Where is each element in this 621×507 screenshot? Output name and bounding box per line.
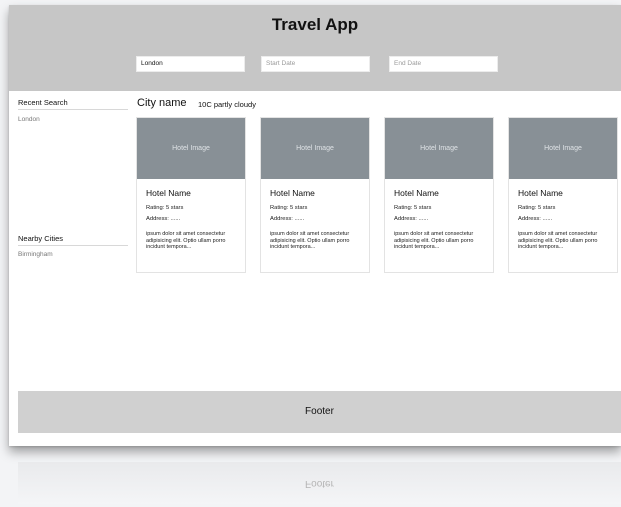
city-input[interactable]: London [136,56,245,72]
hotel-rating: Rating: 5 stars [270,205,308,211]
header: Travel App London Start Date End Date [9,5,621,91]
recent-search-heading: Recent Search [18,98,128,110]
hotel-description: ipsum dolor sit amet consectetur adipisi… [394,231,474,250]
hotel-image: Hotel Image [137,118,245,179]
recent-search-item[interactable]: London [18,116,40,123]
hotel-rating: Rating: 5 stars [518,205,556,211]
hotel-name: Hotel Name [394,188,439,198]
hotel-description: ipsum dolor sit amet consectetur adipisi… [146,231,226,250]
hotel-card[interactable]: Hotel Image Hotel Name Rating: 5 stars A… [260,117,370,273]
hotel-card[interactable]: Hotel Image Hotel Name Rating: 5 stars A… [136,117,246,273]
start-date-input[interactable]: Start Date [261,56,370,72]
nearby-city-item[interactable]: Birmingham [18,251,53,258]
hotel-description: ipsum dolor sit amet consectetur adipisi… [518,231,598,250]
city-name: City name [137,97,187,109]
app-window: Travel App London Start Date End Date Re… [9,5,621,446]
nearby-cities-heading: Nearby Cities [18,234,128,246]
footer: Footer [18,391,621,433]
hotel-image: Hotel Image [385,118,493,179]
hotel-address: Address: ...... [146,216,181,222]
hotel-rating: Rating: 5 stars [146,205,184,211]
hotel-name: Hotel Name [270,188,315,198]
footer-reflection: Footer [18,462,621,504]
hotel-address: Address: ...... [270,216,305,222]
weather-info: 10C partly cloudy [198,100,256,109]
hotel-card[interactable]: Hotel Image Hotel Name Rating: 5 stars A… [508,117,618,273]
footer-reflection-text: Footer [305,478,334,489]
hotel-image: Hotel Image [261,118,369,179]
hotel-address: Address: ...... [394,216,429,222]
hotel-rating: Rating: 5 stars [394,205,432,211]
end-date-input[interactable]: End Date [389,56,498,72]
hotel-name: Hotel Name [518,188,563,198]
hotel-description: ipsum dolor sit amet consectetur adipisi… [270,231,350,250]
hotel-name: Hotel Name [146,188,191,198]
hotel-address: Address: ...... [518,216,553,222]
hotel-card[interactable]: Hotel Image Hotel Name Rating: 5 stars A… [384,117,494,273]
app-title: Travel App [271,15,359,34]
hotel-image: Hotel Image [509,118,617,179]
